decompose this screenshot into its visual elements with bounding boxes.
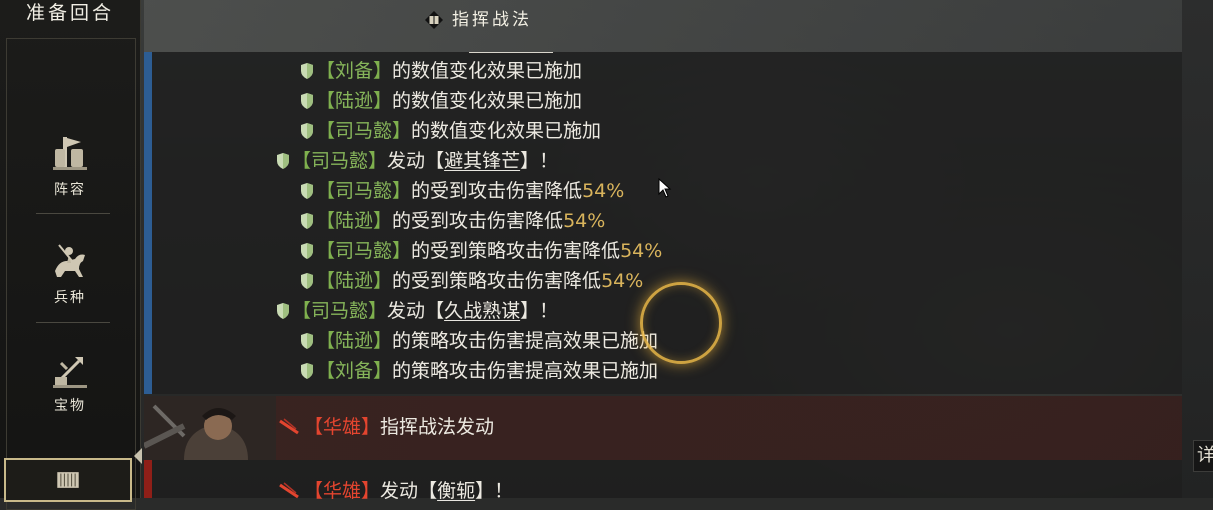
effect-text: 的受到策略攻击伤害降低	[392, 270, 602, 292]
effect-text: 的受到攻击伤害降低	[392, 210, 564, 232]
log-line: 【刘备】的策略攻击伤害提高效果已施加	[300, 356, 658, 386]
scroll-underline	[469, 52, 553, 53]
enemy-banner-line: 【华雄】指挥战法发动	[278, 412, 494, 442]
shield-icon	[301, 213, 313, 229]
log-line: 【司马懿】发动【避其锋芒】！	[276, 146, 558, 176]
sword-slash-icon	[279, 482, 299, 499]
general-name[interactable]: 陆逊	[335, 326, 373, 356]
general-name[interactable]: 司马懿	[335, 176, 392, 206]
ally-accent-bar	[144, 52, 152, 394]
log-section-title: 指挥战法	[452, 10, 532, 30]
log-line: 【陆逊】的策略攻击伤害提高效果已施加	[300, 326, 658, 356]
sword-slash-icon	[279, 418, 299, 435]
sidebar-item-label: 宝物	[54, 398, 86, 414]
log-line: 【陆逊】的数值变化效果已施加	[300, 86, 582, 116]
general-name[interactable]: 刘备	[335, 56, 373, 86]
percent-value: 54%	[582, 180, 625, 202]
mouse-cursor-icon	[658, 178, 672, 198]
treasure-icon	[53, 357, 87, 388]
enemy-command-banner: 【华雄】指挥战法发动	[144, 396, 1182, 460]
effect-text: 的策略攻击伤害提高效果已施加	[392, 360, 659, 382]
general-name[interactable]: 司马懿	[311, 146, 368, 176]
shield-icon	[301, 93, 313, 109]
shield-icon	[301, 273, 313, 289]
sidebar-item-treasure[interactable]: 宝物	[20, 334, 120, 430]
skill-name[interactable]: 避其锋芒	[444, 146, 520, 176]
active-pointer-icon	[134, 448, 142, 464]
sidebar-item-battle-log[interactable]	[4, 458, 132, 502]
general-name[interactable]: 陆逊	[335, 86, 373, 116]
scroll-icon	[57, 472, 79, 488]
shield-icon	[277, 153, 289, 169]
enemy-skill-name[interactable]: 衡轭	[437, 476, 475, 506]
action-text: 发动	[387, 300, 426, 322]
enemy-name[interactable]: 华雄	[323, 476, 361, 506]
enemy-portrait	[144, 396, 276, 460]
cavalry-icon	[55, 244, 85, 277]
exclamation: ！	[494, 480, 514, 502]
right-edge-panel	[1182, 0, 1213, 498]
sidebar: 准备回合 阵容 兵种 宝物	[0, 0, 141, 510]
shield-icon	[277, 303, 289, 319]
log-line: 【刘备】的数值变化效果已施加	[300, 56, 582, 86]
formation-icon	[53, 137, 87, 170]
enemy-skill-line: 【华雄】发动【衡轭】！	[278, 476, 513, 506]
effect-text: 的数值变化效果已施加	[411, 120, 602, 142]
log-line: 【陆逊】的受到攻击伤害降低 54%	[300, 206, 605, 236]
log-line: 【陆逊】的受到策略攻击伤害降低 54%	[300, 266, 643, 296]
details-tab[interactable]: 详	[1193, 440, 1213, 472]
percent-value: 54%	[601, 270, 644, 292]
shield-icon	[301, 243, 313, 259]
skill-name[interactable]: 久战熟谋	[444, 296, 520, 326]
log-header: 指挥战法	[144, 0, 1182, 52]
sidebar-item-label: 阵容	[54, 182, 86, 198]
exclamation: ！	[539, 300, 559, 322]
log-line: 【司马懿】的数值变化效果已施加	[300, 116, 601, 146]
book-icon	[425, 11, 443, 29]
effect-text: 的受到攻击伤害降低	[411, 180, 583, 202]
shield-icon	[301, 333, 313, 349]
general-name[interactable]: 刘备	[335, 356, 373, 386]
general-name[interactable]: 司马懿	[335, 236, 392, 266]
sidebar-divider	[36, 213, 110, 214]
enemy-action-text: 发动	[380, 480, 419, 502]
enemy-banner-text: 指挥战法发动	[380, 416, 495, 438]
shield-icon	[301, 363, 313, 379]
sidebar-item-label: 兵种	[54, 290, 86, 306]
enemy-log-row: 【华雄】发动【衡轭】！	[144, 460, 1182, 502]
exclamation: ！	[539, 150, 559, 172]
general-name[interactable]: 陆逊	[335, 266, 373, 296]
effect-text: 的受到策略攻击伤害降低	[411, 240, 621, 262]
effect-text: 的数值变化效果已施加	[392, 60, 583, 82]
percent-value: 54%	[563, 210, 606, 232]
shield-icon	[301, 63, 313, 79]
action-text: 发动	[387, 150, 426, 172]
enemy-name[interactable]: 华雄	[323, 412, 361, 442]
log-line: 【司马懿】发动【久战熟谋】！	[276, 296, 558, 326]
sidebar-item-formation[interactable]: 阵容	[20, 118, 120, 214]
general-name[interactable]: 司马懿	[311, 296, 368, 326]
percent-value: 54%	[620, 240, 663, 262]
sidebar-divider	[36, 322, 110, 323]
log-line: 【司马懿】的受到攻击伤害降低 54%	[300, 176, 624, 206]
shield-icon	[301, 183, 313, 199]
enemy-accent-bar	[144, 460, 152, 498]
general-name[interactable]: 司马懿	[335, 116, 392, 146]
shield-icon	[301, 123, 313, 139]
tap-highlight-ring	[640, 282, 722, 364]
sidebar-item-troops[interactable]: 兵种	[20, 226, 120, 322]
log-line: 【司马懿】的受到策略攻击伤害降低 54%	[300, 236, 662, 266]
general-name[interactable]: 陆逊	[335, 206, 373, 236]
effect-text: 的数值变化效果已施加	[392, 90, 583, 112]
effect-text: 的策略攻击伤害提高效果已施加	[392, 330, 659, 352]
round-title: 准备回合	[25, 2, 114, 24]
